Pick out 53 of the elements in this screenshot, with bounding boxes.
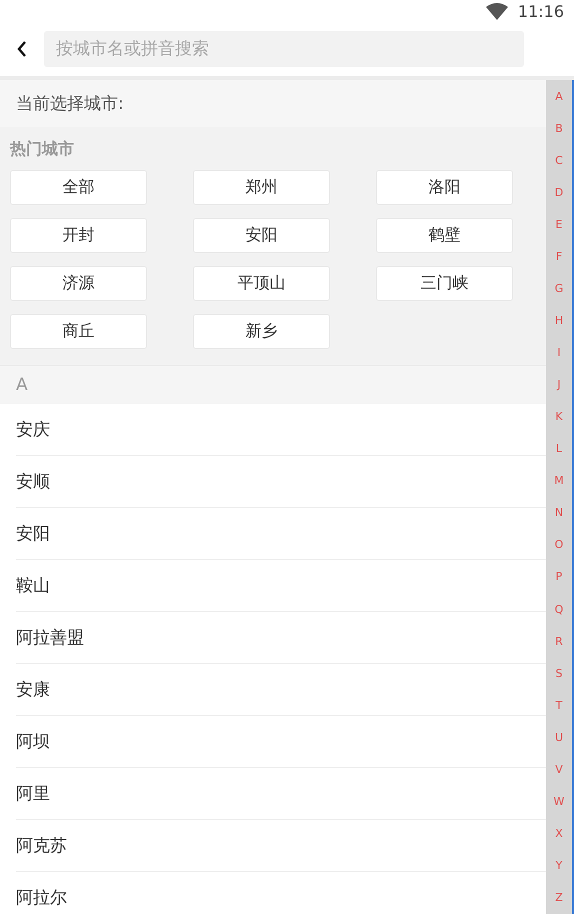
city-row[interactable]: 安顺 <box>16 456 546 508</box>
index-letter[interactable]: K <box>555 410 563 424</box>
index-letter[interactable]: W <box>554 794 564 808</box>
index-letter[interactable]: N <box>554 506 564 520</box>
index-letter[interactable]: A <box>555 90 563 103</box>
index-letter[interactable]: I <box>557 346 561 360</box>
city-chip[interactable]: 全部 <box>10 170 147 205</box>
city-chip[interactable]: 安阳 <box>193 218 330 253</box>
city-row[interactable]: 阿里 <box>16 768 546 820</box>
city-row[interactable]: 鞍山 <box>16 560 546 612</box>
section-header: A <box>0 365 546 404</box>
city-row[interactable]: 安康 <box>16 664 546 716</box>
index-letter[interactable]: O <box>554 538 564 552</box>
city-row[interactable]: 阿坝 <box>16 716 546 768</box>
city-chip[interactable]: 济源 <box>10 266 147 301</box>
index-letter[interactable]: X <box>555 826 563 840</box>
city-chip[interactable]: 开封 <box>10 218 147 253</box>
index-letter[interactable]: L <box>556 442 562 456</box>
index-letter[interactable]: S <box>556 666 562 680</box>
index-letter[interactable]: U <box>554 730 564 744</box>
city-chip[interactable]: 三门峡 <box>376 266 513 301</box>
back-icon <box>17 41 27 57</box>
city-chip[interactable]: 商丘 <box>10 314 147 349</box>
city-chip[interactable]: 郑州 <box>193 170 330 205</box>
city-row[interactable]: 安庆 <box>16 404 546 456</box>
index-letter[interactable]: T <box>556 698 562 712</box>
index-letter[interactable]: R <box>555 634 563 648</box>
city-chip[interactable]: 新乡 <box>193 314 330 349</box>
wifi-icon <box>486 2 508 20</box>
current-city-label: 当前选择城市: <box>0 80 546 127</box>
city-row[interactable]: 安阳 <box>16 508 546 560</box>
index-letter[interactable]: Z <box>555 891 563 904</box>
index-letter[interactable]: G <box>554 282 564 295</box>
index-letter[interactable]: Q <box>554 602 564 616</box>
hot-cities-title: 热门城市 <box>10 139 75 160</box>
index-letter[interactable]: M <box>554 474 564 488</box>
index-letter[interactable]: Y <box>556 859 562 872</box>
index-letter[interactable]: D <box>554 186 564 199</box>
city-chip[interactable]: 鹤壁 <box>376 218 513 253</box>
index-letter[interactable]: J <box>557 378 561 392</box>
index-letter[interactable]: C <box>555 154 563 167</box>
index-letter[interactable]: B <box>555 122 563 135</box>
city-row[interactable]: 阿拉善盟 <box>16 612 546 664</box>
city-chip[interactable]: 洛阳 <box>376 170 513 205</box>
city-chip[interactable]: 平顶山 <box>193 266 330 301</box>
status-time: 11:16 <box>518 2 564 20</box>
index-letter[interactable]: E <box>556 218 562 231</box>
index-letter[interactable]: V <box>555 762 563 776</box>
index-letter[interactable]: P <box>556 570 562 584</box>
index-letter[interactable]: H <box>554 314 564 327</box>
search-field[interactable]: 按城市名或拼音搜索 <box>44 31 524 67</box>
index-letter[interactable]: F <box>556 250 562 263</box>
city-row[interactable]: 阿克苏 <box>16 820 546 872</box>
